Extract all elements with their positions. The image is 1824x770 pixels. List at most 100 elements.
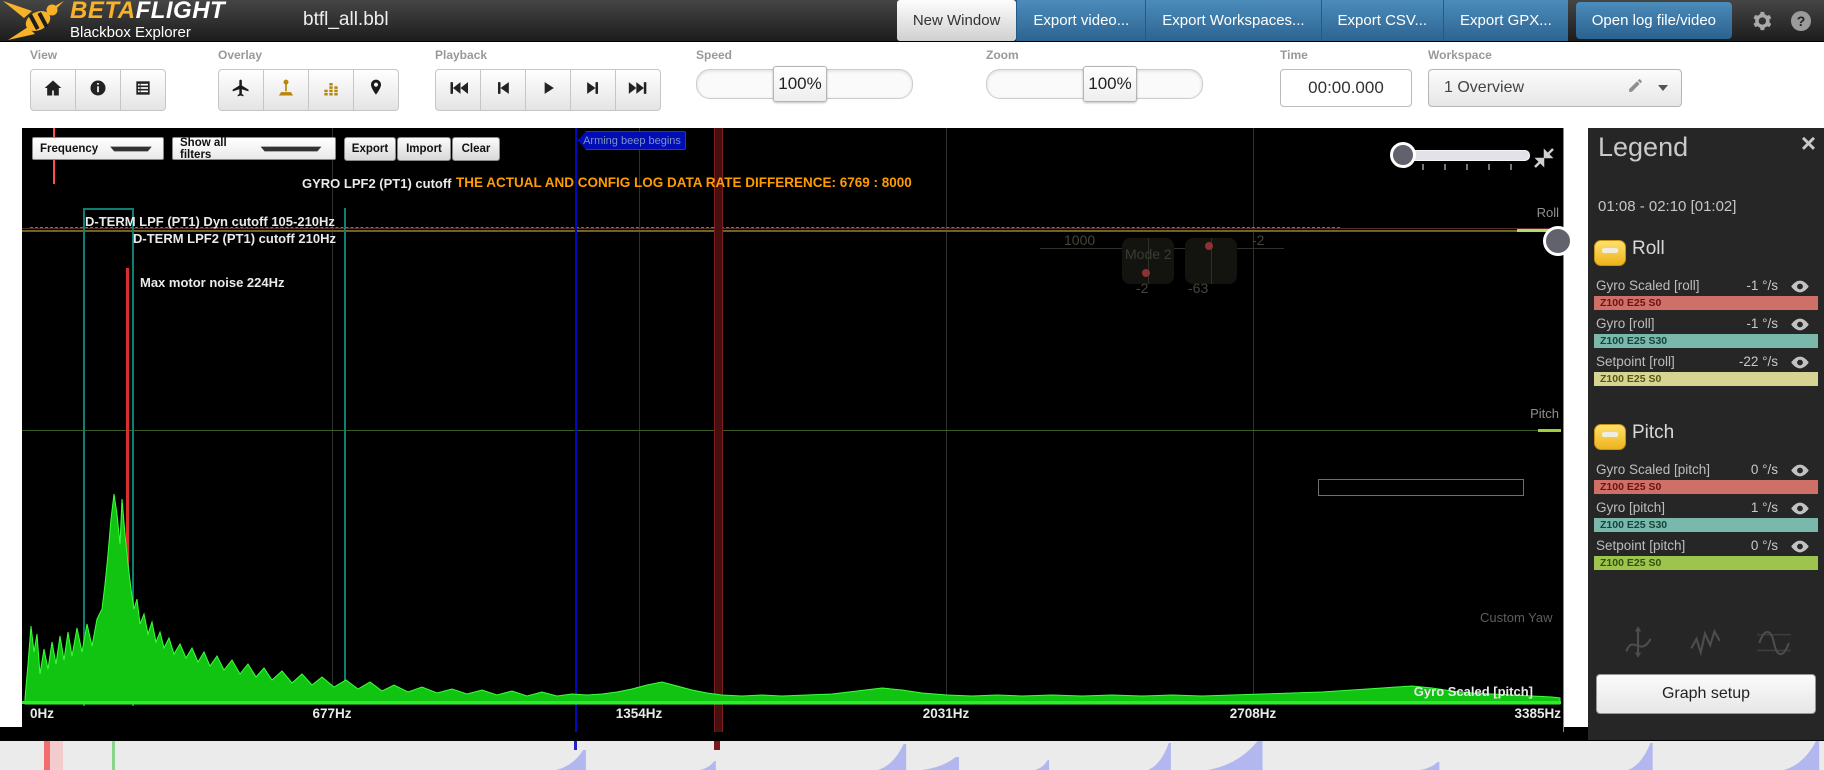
field-label: Gyro [pitch] <box>1596 500 1665 515</box>
speed-section: Speed 100% <box>696 48 913 99</box>
speed-slider[interactable]: 100% <box>696 69 913 99</box>
spectrum-bars-icon <box>321 78 341 103</box>
field-value: 1 °/s <box>1751 500 1778 515</box>
noise-trace-icon[interactable] <box>1686 623 1726 666</box>
roll-graph-drag-handle[interactable] <box>1543 226 1573 256</box>
clear-button[interactable]: Clear <box>452 137 500 161</box>
graph-setup-button[interactable]: Graph setup <box>1596 674 1816 714</box>
export-workspaces-button[interactable]: Export Workspaces... <box>1145 0 1320 41</box>
field-spec-bar[interactable]: Z100 E25 S0 <box>1594 296 1818 310</box>
open-log-file-button[interactable]: Open log file/video <box>1576 2 1732 39</box>
visibility-eye-icon[interactable] <box>1790 280 1810 293</box>
x-axis-tick-label: 2708Hz <box>1230 706 1277 721</box>
seekbar-activity-waveform <box>0 741 1824 770</box>
view-section-label: View <box>30 48 166 62</box>
settings-gear-icon[interactable] <box>1748 0 1774 41</box>
dterm-lpf-dyn-cutoff-label: D-TERM LPF (PT1) Dyn cutoff 105-210Hz <box>85 214 335 229</box>
field-value: -22 °/s <box>1739 354 1778 369</box>
slider-tick <box>1466 164 1468 170</box>
playback-section: Playback <box>435 48 661 111</box>
left-stick-value: -2 <box>1136 280 1148 296</box>
step-forward-icon <box>583 78 603 103</box>
field-spec-bar[interactable]: Z100 E25 S30 <box>1594 334 1818 348</box>
field-spec-bar[interactable]: Z100 E25 S30 <box>1594 518 1818 532</box>
group-name: Roll <box>1632 238 1665 260</box>
legend-field-row: Setpoint [pitch] 0 °/s <box>1596 538 1818 556</box>
dterm-lpf2-cutoff-label: D-TERM LPF2 (PT1) cutoff 210Hz <box>133 231 336 246</box>
slider-tick <box>1488 164 1490 170</box>
zoom-slider-knob[interactable]: 100% <box>1083 66 1137 102</box>
play-button[interactable] <box>526 69 571 111</box>
next-frame-button[interactable] <box>571 69 616 111</box>
legend-field-row: Gyro [roll] -1 °/s <box>1596 316 1818 334</box>
jump-end-button[interactable] <box>616 69 661 111</box>
group-collapse-icon[interactable] <box>1594 424 1626 450</box>
seekbar[interactable] <box>0 741 1824 770</box>
graph-zoom-slider-knob[interactable] <box>1390 142 1416 168</box>
export-csv-button[interactable]: Export CSV... <box>1321 0 1444 41</box>
jump-start-button[interactable] <box>435 69 481 111</box>
x-axis-tick-label: 1354Hz <box>616 706 663 721</box>
throttle-value: 1000 <box>1064 232 1095 248</box>
x-axis-tick-label: 2031Hz <box>923 706 970 721</box>
field-value: 0 °/s <box>1751 538 1778 553</box>
group-collapse-icon[interactable] <box>1594 240 1626 266</box>
log-rate-warning: THE ACTUAL AND CONFIG LOG DATA RATE DIFF… <box>456 175 912 190</box>
time-section: Time <box>1280 48 1412 107</box>
betaflight-hornet-logo <box>2 0 68 46</box>
smoothed-wave-icon[interactable] <box>1754 623 1794 666</box>
top-nav-bar: BETAFLIGHT Blackbox Explorer btfl_all.bb… <box>0 0 1824 42</box>
table-view-button[interactable] <box>121 69 166 111</box>
new-window-button[interactable]: New Window <box>897 0 1017 41</box>
pencil-icon[interactable] <box>1627 77 1644 99</box>
table-list-icon <box>133 78 153 103</box>
field-spec-bar[interactable]: Z100 E25 S0 <box>1594 372 1818 386</box>
export-button[interactable]: Export <box>344 137 396 161</box>
x-axis-tick-label: 0Hz <box>30 706 54 721</box>
graph-zoom-slider[interactable] <box>1398 150 1530 161</box>
prev-frame-button[interactable] <box>481 69 526 111</box>
view-graph-button[interactable] <box>30 69 76 111</box>
playback-section-label: Playback <box>435 48 661 62</box>
zoom-vertical-icon[interactable] <box>1618 623 1658 666</box>
visibility-eye-icon[interactable] <box>1790 502 1810 515</box>
field-label: Gyro Scaled [roll] <box>1596 278 1700 293</box>
time-input[interactable] <box>1280 69 1412 107</box>
brand-primary: BETA <box>70 0 136 24</box>
overlay-section: Overlay <box>218 48 399 111</box>
analyser-field-select[interactable]: Frequency <box>32 137 164 160</box>
analyser-overlay-button[interactable] <box>309 69 354 111</box>
visibility-eye-icon[interactable] <box>1790 540 1810 553</box>
visibility-eye-icon[interactable] <box>1790 464 1810 477</box>
joystick-icon <box>276 78 296 103</box>
log-info-button[interactable] <box>76 69 121 111</box>
sticks-overlay-button[interactable] <box>264 69 309 111</box>
graph-canvas[interactable]: Arming beep begins Frequency Show all fi… <box>22 128 1564 732</box>
export-video-button[interactable]: Export video... <box>1016 0 1145 41</box>
collapse-arrows-icon[interactable] <box>1532 146 1556 175</box>
zoom-slider[interactable]: 100% <box>986 69 1203 99</box>
workspace-selector[interactable]: 1 Overview <box>1428 69 1682 107</box>
export-gpx-button[interactable]: Export GPX... <box>1443 0 1568 41</box>
step-back-icon <box>493 78 513 103</box>
speed-slider-knob[interactable]: 100% <box>773 66 827 102</box>
field-spec-bar[interactable]: Z100 E25 S0 <box>1594 556 1818 570</box>
craft-overlay-button[interactable] <box>218 69 264 111</box>
close-icon[interactable]: × <box>1801 130 1816 156</box>
visibility-eye-icon[interactable] <box>1790 318 1810 331</box>
airplane-icon <box>231 78 251 103</box>
gyro-lpf2-cutoff-label: GYRO LPF2 (PT1) cutoff <box>302 176 452 191</box>
import-button[interactable]: Import <box>397 137 451 161</box>
group-name: Pitch <box>1632 422 1674 444</box>
view-section: View <box>30 48 166 111</box>
visibility-eye-icon[interactable] <box>1790 356 1810 369</box>
field-spec-bar[interactable]: Z100 E25 S0 <box>1594 480 1818 494</box>
speed-section-label: Speed <box>696 48 913 62</box>
empty-marker-box[interactable] <box>1318 479 1524 496</box>
right-stick-position-dot <box>1205 242 1213 250</box>
field-spec-text: Z100 E25 S30 <box>1600 335 1667 347</box>
filter-select[interactable]: Show all filters <box>172 137 336 160</box>
map-overlay-button[interactable] <box>354 69 399 111</box>
time-section-label: Time <box>1280 48 1412 62</box>
help-icon[interactable]: ? <box>1788 0 1814 41</box>
